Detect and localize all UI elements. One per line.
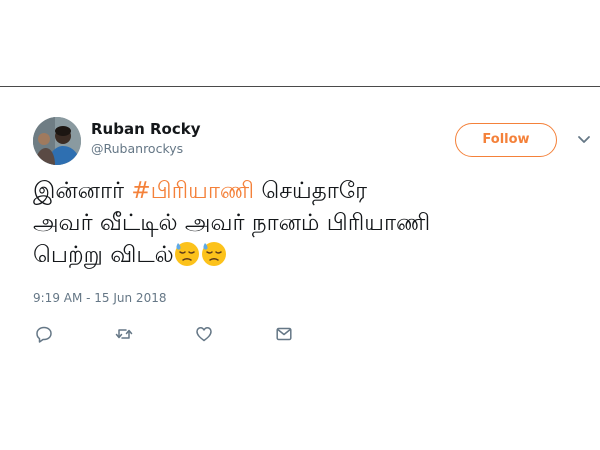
tweet-actions (0, 325, 600, 345)
like-icon[interactable] (195, 325, 213, 343)
tweet-embed-page: Ruban Rocky @Rubanrockys Follow இன்னார் … (0, 0, 600, 450)
direct-message-icon[interactable] (275, 325, 293, 343)
author-handle[interactable]: @Rubanrockys (91, 140, 201, 158)
tweet-text-line-3: பெற்று விடல் (33, 239, 573, 271)
downcast-face-with-sweat-emoji (201, 242, 226, 266)
follow-button[interactable]: Follow (455, 123, 557, 157)
tweet-text-segment: இன்னார் (33, 178, 132, 204)
author-name[interactable]: Ruban Rocky (91, 120, 201, 138)
retweet-icon[interactable] (115, 325, 133, 343)
tweet-text: இன்னார் #பிரியாணி செய்தாரே அவர் வீட்டில்… (33, 175, 573, 271)
tweet-text-segment: செய்தாரே (254, 178, 367, 204)
author-block[interactable]: Ruban Rocky @Rubanrockys (91, 120, 201, 158)
reply-icon[interactable] (35, 325, 53, 343)
downcast-face-with-sweat-emoji (174, 242, 199, 266)
tweet-text-line-1: இன்னார் #பிரியாணி செய்தாரே (33, 175, 573, 207)
tweet-text-segment: பெற்று விடல் (33, 242, 174, 268)
tweet-card: Ruban Rocky @Rubanrockys Follow இன்னார் … (0, 87, 600, 450)
avatar[interactable] (33, 117, 81, 165)
tweet-timestamp[interactable]: 9:19 AM - 15 Jun 2018 (33, 291, 166, 305)
tweet-text-line-2: அவர் வீட்டில் அவர் நானம் பிரியாணி (33, 210, 431, 236)
hashtag-link[interactable]: #பிரியாணி (131, 178, 254, 204)
chevron-down-icon[interactable] (577, 135, 591, 145)
